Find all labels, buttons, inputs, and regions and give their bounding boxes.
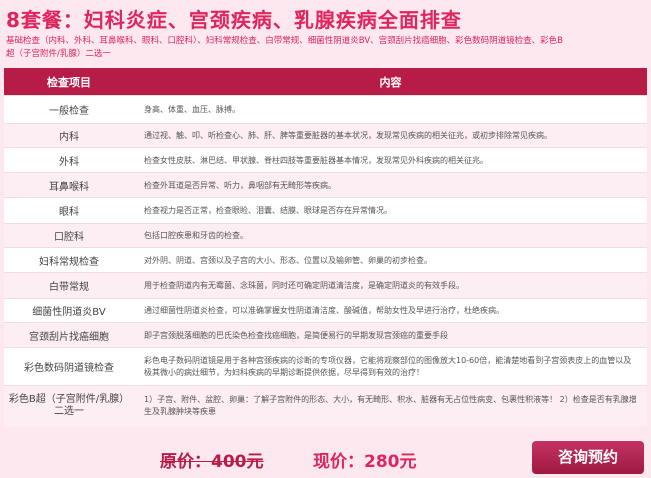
row-item: 妇科常规检查 xyxy=(4,247,134,273)
row-content: 1）子宫、附件、盆腔、卵巢：了解子宫附件的形态、大小，有无畸形、积水、脏器有无占… xyxy=(134,385,647,426)
row-content: 彩色电子数码阴道镜是用于各种宫颈疾病的诊断的专项仪器，它能将观察部位的图像放大1… xyxy=(134,347,647,386)
row-content: 包括口腔疾患和牙齿的检查。 xyxy=(134,223,647,248)
package-title: 8套餐：妇科炎症、宫颈疾病、乳腺疾病全面排查 xyxy=(6,8,462,32)
table-row: 宫颈刮片找癌细胞 即子宫颈脱落细胞的巴氏染色检查找癌细胞，是简便易行的早期发现宫… xyxy=(4,322,647,348)
row-item: 细菌性阴道炎BV xyxy=(4,298,134,323)
table-row: 口腔科 包括口腔疾患和牙齿的检查。 xyxy=(4,223,647,248)
row-content: 对外阴、阴道、宫颈以及子宫的大小、形态、位置以及输卵管、卵巢的初步检查。 xyxy=(134,247,647,273)
table-row: 眼科 检查视力是否正常，检查眼睑、泪囊、结膜、眼球是否存在异常情况。 xyxy=(4,197,647,224)
current-price: 现价：280元 xyxy=(313,452,417,472)
header-content: 内容 xyxy=(134,68,647,96)
table-row: 白带常规 用于检查阴道内有无霉菌、念珠菌，同时还可确定阴道清洁度，是确定阴道炎的… xyxy=(4,272,647,299)
table-row: 彩色数码阴道镜检查 彩色电子数码阴道镜是用于各种宫颈疾病的诊断的专项仪器，它能将… xyxy=(4,347,647,386)
row-content: 检查外耳道是否异常、听力，鼻咽部有无畸形等疾病。 xyxy=(134,172,647,198)
header-item: 检查项目 xyxy=(4,68,134,96)
table-row: 内科 通过视、触、叩、听检查心、肺、肝、脾等重要脏器的基本状况，发现常见疾病的相… xyxy=(4,123,647,148)
table-row: 一般检查 身高、体重、血压、脉搏。 xyxy=(4,95,647,124)
consult-booking-button[interactable]: 咨询预约 xyxy=(532,441,644,474)
row-content: 通过视、触、叩、听检查心、肺、肝、脾等重要脏器的基本状况，发现常见疾病的相关征兆… xyxy=(134,123,647,148)
table-row: 彩色B超（子宫附件/乳腺）二选一 1）子宫、附件、盆腔、卵巢：了解子宫附件的形态… xyxy=(4,385,647,426)
row-content: 身高、体重、血压、脉搏。 xyxy=(134,95,647,124)
row-item: 宫颈刮片找癌细胞 xyxy=(4,322,134,348)
original-price: 原价：400元 xyxy=(160,452,264,472)
row-item: 耳鼻喉科 xyxy=(4,172,134,198)
row-content: 检查视力是否正常，检查眼睑、泪囊、结膜、眼球是否存在异常情况。 xyxy=(134,197,647,224)
table-row: 细菌性阴道炎BV 通过细菌性阴道炎检查，可以准确掌握女性阴道清洁度、酸碱值，帮助… xyxy=(4,298,647,323)
row-item: 一般检查 xyxy=(4,95,134,124)
row-item: 彩色数码阴道镜检查 xyxy=(4,347,134,386)
row-content: 检查女性皮肤、淋巴结、甲状腺、脊柱四肢等重要脏器基本情况，发现常见外科疾病的相关… xyxy=(134,147,647,173)
row-content: 即子宫颈脱落细胞的巴氏染色检查找癌细胞，是简便易行的早期发现宫颈癌的重要手段 xyxy=(134,322,647,348)
row-item: 内科 xyxy=(4,123,134,148)
package-description: 基础检查（内科、外科、耳鼻喉科、眼科、口腔科）、妇科常规检查、白带常规、细菌性阴… xyxy=(6,36,563,59)
row-item: 外科 xyxy=(4,147,134,173)
row-content: 通过细菌性阴道炎检查，可以准确掌握女性阴道清洁度、酸碱值，帮助女性及早进行治疗，… xyxy=(134,298,647,323)
row-item: 白带常规 xyxy=(4,272,134,299)
row-content: 用于检查阴道内有无霉菌、念珠菌，同时还可确定阴道清洁度，是确定阴道炎的有效手段。 xyxy=(134,272,647,299)
table-row: 妇科常规检查 对外阴、阴道、宫颈以及子宫的大小、形态、位置以及输卵管、卵巢的初步… xyxy=(4,247,647,273)
table-row: 外科 检查女性皮肤、淋巴结、甲状腺、脊柱四肢等重要脏器基本情况，发现常见外科疾病… xyxy=(4,147,647,173)
table-header-row: 检查项目 内容 xyxy=(4,68,647,96)
row-item: 口腔科 xyxy=(4,223,134,248)
table-row: 耳鼻喉科 检查外耳道是否异常、听力，鼻咽部有无畸形等疾病。 xyxy=(4,172,647,198)
exam-table: 检查项目 内容 一般检查 身高、体重、血压、脉搏。 内科 通过视、触、叩、听检查… xyxy=(4,68,647,426)
row-item: 彩色B超（子宫附件/乳腺）二选一 xyxy=(4,385,134,426)
row-item: 眼科 xyxy=(4,197,134,224)
